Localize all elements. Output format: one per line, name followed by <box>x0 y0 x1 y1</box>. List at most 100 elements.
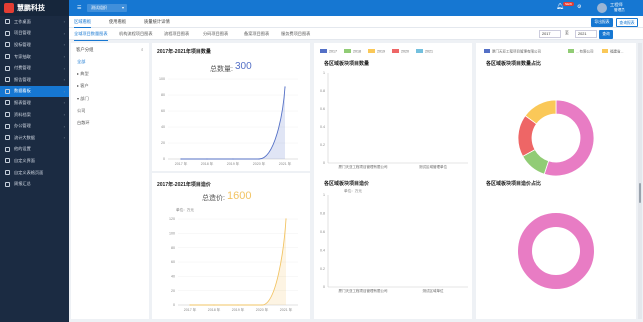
legend-item[interactable]: 2020 <box>392 49 409 54</box>
data-point[interactable] <box>285 218 287 220</box>
legend-item[interactable]: 2018 <box>344 49 361 54</box>
data-point[interactable] <box>206 158 208 160</box>
sidebar-item[interactable]: 自定义表格页面 <box>0 167 69 179</box>
sidebar-item[interactable]: 报表管理 › <box>0 97 69 109</box>
scrollbar[interactable] <box>638 43 642 319</box>
sidebar-item[interactable]: 周报汇总 <box>0 178 69 190</box>
y-tick-label: 0 <box>323 161 325 165</box>
tree-filter-icon[interactable]: ⌕ <box>141 47 143 52</box>
logo-text: 慧鹏科技 <box>17 5 45 12</box>
menu-toggle-icon[interactable]: ☰ <box>77 5 81 11</box>
subtab-total[interactable]: 全域项目数量图表 <box>74 28 108 41</box>
subtab-fee[interactable]: 服务费项目图表 <box>281 28 310 40</box>
menu-icon <box>5 135 10 141</box>
sidebar-item-label: 工作桌面 <box>14 18 31 24</box>
year-to-select[interactable]: 2021 <box>575 30 597 38</box>
subtab-filing[interactable]: 备案项目图表 <box>244 28 269 40</box>
tab-quality-detail[interactable]: 质量统计详情 <box>144 16 170 28</box>
menu-icon <box>5 88 10 94</box>
tree-item[interactable]: 白散环 <box>77 120 90 126</box>
x-tick-label: 2021 年 <box>280 307 293 312</box>
search-report-button[interactable]: 查询报表 <box>616 17 638 27</box>
y-tick-label: 0.4 <box>320 248 325 252</box>
legend-swatch <box>344 49 351 53</box>
card-title: 2017年-2021年项目造价 <box>157 182 211 188</box>
sidebar-item[interactable]: 专家抽取 › <box>0 51 69 63</box>
sidebar-item[interactable]: 自定义界面 <box>0 155 69 167</box>
region-ratio-card: 厦门天亚工程项目管理有限公司 …有限公司 福建省... 各区域板块项目数量占比 各区… <box>476 43 636 319</box>
menu-icon <box>5 77 10 83</box>
region-cost-pie <box>518 213 594 289</box>
sidebar-item[interactable]: 办公管理 › <box>0 120 69 132</box>
legend-item[interactable]: 厦门天亚工程项目管理有限公司 <box>484 49 541 55</box>
subtab-code[interactable]: 分码项目图表 <box>203 28 228 40</box>
sidebar-item[interactable]: 他的设置 <box>0 144 69 156</box>
sidebar-item[interactable]: 项目管理 › <box>0 28 69 40</box>
sidebar-item[interactable]: 流计大数据 › <box>0 132 69 144</box>
region-bars-card: 2017 2018 2019 2020 2021 各区域板块项目数量 1 0.8 0.6 0.… <box>314 43 472 319</box>
data-point[interactable] <box>284 86 286 88</box>
sidebar-item[interactable]: 资料档案 › <box>0 109 69 121</box>
data-point[interactable] <box>213 304 215 306</box>
total-cost-label: 总造价: <box>202 195 225 202</box>
y-tick-label: 0.6 <box>320 107 325 111</box>
subtab-org[interactable]: 机构流程项目图表 <box>119 28 153 40</box>
sidebar-item[interactable]: 投标管理 › <box>0 39 69 51</box>
y-tick-label: 100 <box>169 232 175 236</box>
scrollbar-thumb[interactable] <box>639 183 641 203</box>
tree-item[interactable]: ▾ 部门 <box>77 96 89 102</box>
data-point[interactable] <box>258 158 260 160</box>
sidebar-item[interactable]: 付费管理 › <box>0 62 69 74</box>
org-select[interactable]: 测试组织 ▾ <box>87 4 127 12</box>
x-tick-label: 2017 年 <box>184 307 197 312</box>
menu-icon <box>5 30 10 36</box>
avatar[interactable] <box>597 3 607 13</box>
sidebar-item-label: 报告管理 <box>14 76 31 82</box>
data-point[interactable] <box>261 304 263 306</box>
x-tick-label: 2019 年 <box>227 161 240 166</box>
legend-item[interactable]: 2019 <box>368 49 385 54</box>
tab-usage-board[interactable]: 使用看板 <box>109 16 126 28</box>
legend-swatch <box>568 49 574 53</box>
sidebar-item[interactable]: 工作桌面 › <box>0 16 69 28</box>
data-point[interactable] <box>237 304 239 306</box>
data-point[interactable] <box>232 158 234 160</box>
tab-region-board[interactable]: 区域看板 <box>74 16 92 28</box>
chevron-right-icon: › <box>63 30 65 36</box>
tree-item[interactable]: ▸ 客户 <box>77 83 89 89</box>
tree-item-all[interactable]: 全部 <box>77 59 85 65</box>
sidebar-item-label: 流计大数据 <box>14 134 35 140</box>
x-tick-label: 厦门天亚工程项目管理有限公司 <box>339 164 388 169</box>
top-bar: ☰ 测试组织 ▾ 🔔︎ NEW ⚙ 工程师 管理员 <box>69 0 643 16</box>
data-point[interactable] <box>180 158 182 160</box>
query-button[interactable]: 查询 <box>599 29 613 39</box>
card-title: 2017年-2021年项目数量 <box>157 49 211 55</box>
sidebar-item[interactable]: 报告管理 › <box>0 74 69 86</box>
pie-slice[interactable] <box>518 213 594 289</box>
tree-item[interactable]: ▸ 典型 <box>77 71 89 77</box>
sidebar-item-label: 办公管理 <box>14 123 31 129</box>
legend-item[interactable]: 福建省... <box>602 49 623 55</box>
y-tick-label: 80 <box>171 246 175 250</box>
menu-icon <box>5 112 10 118</box>
legend-item[interactable]: 2017 <box>320 49 337 54</box>
legend-item[interactable]: …有限公司 <box>568 49 594 55</box>
menu-icon <box>5 42 10 48</box>
user-role: 管理员 <box>614 8 625 12</box>
y-tick-label: 20 <box>161 141 165 145</box>
sidebar-item[interactable]: 数据看板 › <box>0 85 69 98</box>
project-cost-card: 2017年-2021年项目造价 总造价: 1600 单位：万元 120 100 80… <box>152 173 310 319</box>
chevron-right-icon: › <box>63 19 65 25</box>
x-tick-label: 测试区域单位 <box>423 288 444 293</box>
x-tick-label: 厦门天亚工程项目管理有限公司 <box>339 288 388 293</box>
card-title: 各区域板块项目数量 <box>324 61 370 67</box>
year-from-select[interactable]: 2017 <box>539 30 561 38</box>
menu-icon <box>5 170 10 176</box>
subtab-process[interactable]: 流程项目图表 <box>164 28 189 40</box>
data-point[interactable] <box>189 304 191 306</box>
export-button[interactable]: 导出报表 <box>591 17 613 27</box>
y-tick-label: 0 <box>173 303 175 307</box>
tree-item[interactable]: 公司 <box>77 108 85 114</box>
settings-icon[interactable]: ⚙ <box>577 4 581 10</box>
legend-item[interactable]: 2021 <box>416 49 433 54</box>
